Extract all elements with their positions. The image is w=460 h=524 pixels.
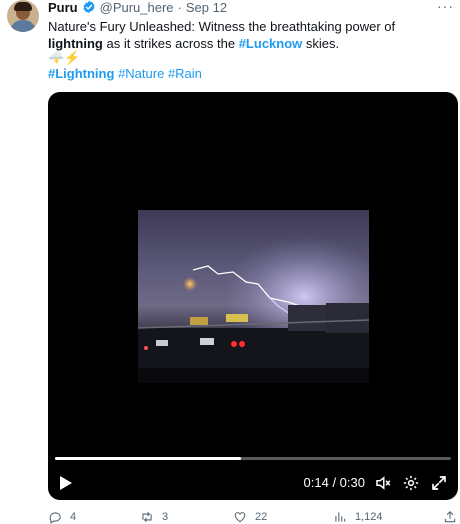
like-button[interactable]: 22	[233, 510, 267, 524]
views-icon	[335, 512, 346, 522]
tweet-actions: 4 3 22 1,124	[48, 510, 458, 524]
reply-button[interactable]: 4	[48, 510, 76, 524]
volume-icon[interactable]	[374, 474, 392, 492]
avatar[interactable]	[7, 0, 39, 32]
settings-icon[interactable]	[402, 474, 420, 492]
tweet-header: Puru @Puru_here · Sep 12	[48, 0, 227, 15]
video-frame	[138, 210, 369, 383]
hashtag-nature[interactable]: #Nature	[118, 66, 164, 81]
retweet-button[interactable]: 3	[140, 510, 168, 524]
verified-icon	[82, 0, 96, 14]
author-handle[interactable]: @Puru_here	[100, 0, 174, 15]
video-time: 0:14 / 0:30	[303, 475, 365, 490]
retweet-count: 3	[162, 511, 169, 523]
reply-icon	[49, 512, 61, 524]
hashtag-lucknow[interactable]: #Lucknow	[239, 36, 303, 51]
tweet-text: Nature's Fury Unleashed: Witness the bre…	[48, 18, 453, 52]
like-count: 22	[255, 511, 268, 523]
author-name[interactable]: Puru	[48, 0, 78, 15]
tweet-bold-word: lightning	[48, 36, 103, 51]
views-button[interactable]: 1,124	[333, 510, 383, 524]
tweet-text-part2: as it strikes across the	[102, 36, 239, 51]
share-button[interactable]	[443, 510, 460, 524]
views-count: 1,124	[355, 511, 383, 523]
separator-dot: ·	[177, 0, 182, 15]
tweet-text-part1: Nature's Fury Unleashed: Witness the bre…	[48, 19, 396, 34]
video-progress-bar[interactable]	[55, 457, 451, 460]
emoji-line: 🌩️⚡	[48, 50, 81, 65]
hashtag-list: #Lightning #Nature #Rain	[48, 66, 202, 82]
tweet-text-part3: skies.	[302, 36, 340, 51]
fullscreen-icon[interactable]	[430, 474, 448, 492]
like-icon	[234, 512, 246, 523]
tweet-date[interactable]: Sep 12	[186, 0, 227, 15]
video-player[interactable]: 0:14 / 0:30	[48, 92, 458, 500]
share-icon	[444, 511, 456, 523]
play-icon[interactable]	[59, 475, 73, 491]
more-icon[interactable]: ···	[437, 0, 454, 14]
video-progress-fill	[55, 457, 242, 460]
retweet-icon	[142, 511, 152, 523]
reply-count: 4	[70, 511, 77, 523]
hashtag-rain[interactable]: #Rain	[168, 66, 202, 81]
hashtag-lightning[interactable]: #Lightning	[48, 66, 114, 81]
